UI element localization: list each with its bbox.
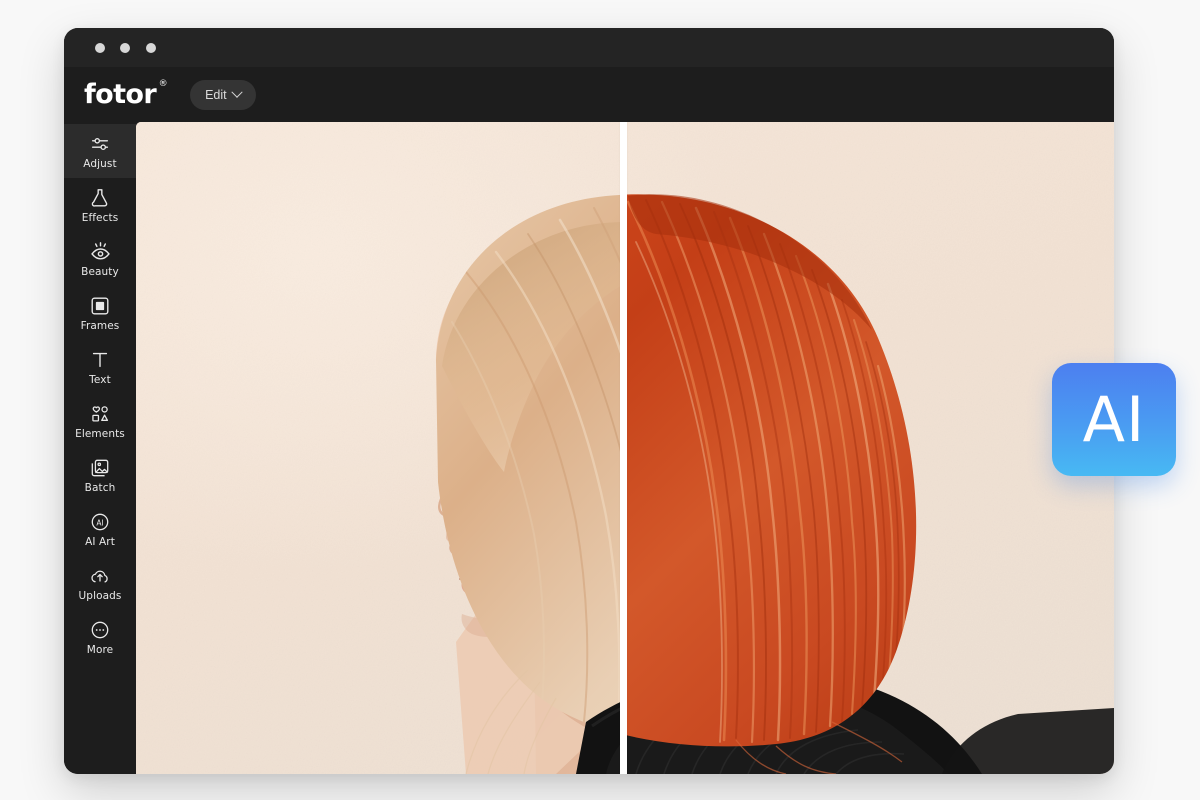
cloud-upload-icon <box>91 570 108 583</box>
window-titlebar <box>64 28 1114 67</box>
sidebar-item-frames[interactable]: Frames <box>64 286 136 340</box>
sidebar-item-label: Uploads <box>78 589 122 602</box>
fotor-logo[interactable]: fotor ® <box>84 79 168 110</box>
sidebar-item-label: Beauty <box>81 266 119 278</box>
chevron-down-icon <box>230 86 243 98</box>
sidebar-item-more[interactable]: More <box>64 610 136 664</box>
sidebar-item-elements[interactable]: Elements <box>64 394 136 448</box>
sidebar-item-label: More <box>86 643 114 656</box>
sidebar-item-ai-art[interactable]: AI AI Art <box>64 502 136 556</box>
ai-circle-icon: AI <box>91 513 109 530</box>
sidebar-item-adjust[interactable]: Adjust <box>64 124 136 178</box>
before-after-split-divider[interactable] <box>620 122 627 774</box>
portrait-photo <box>136 122 1114 774</box>
sidebar-item-label: Elements <box>75 427 125 440</box>
editor-canvas[interactable] <box>136 122 1114 774</box>
sidebar-item-uploads[interactable]: Uploads <box>64 556 136 610</box>
sidebar-item-effects[interactable]: Effects <box>64 178 136 232</box>
frame-icon <box>91 297 109 314</box>
text-t-icon <box>92 352 108 367</box>
left-sidebar: Adjust Effects Beauty Frames Text Elemen… <box>64 122 136 774</box>
registered-mark-icon: ® <box>158 79 168 89</box>
close-icon[interactable] <box>95 43 105 53</box>
ai-badge-label: AI <box>1082 382 1146 456</box>
sidebar-item-label: Adjust <box>83 157 117 170</box>
sidebar-item-label: Frames <box>80 319 120 332</box>
more-dots-icon <box>91 621 109 638</box>
page-root: fotor ® Edit Adjust Effects Beauty Frame… <box>0 0 1200 800</box>
svg-text:AI: AI <box>96 518 103 527</box>
sidebar-item-label: AI Art <box>85 535 115 548</box>
app-header: fotor ® Edit <box>64 67 1114 122</box>
eye-icon <box>90 242 110 260</box>
sidebar-item-beauty[interactable]: Beauty <box>64 232 136 286</box>
sidebar-item-label: Effects <box>81 211 119 224</box>
minimize-icon[interactable] <box>120 43 130 53</box>
flask-icon <box>91 188 108 207</box>
sidebar-item-label: Text <box>89 373 111 386</box>
sidebar-item-batch[interactable]: Batch <box>64 448 136 502</box>
maximize-icon[interactable] <box>146 43 156 53</box>
ai-badge[interactable]: AI <box>1052 363 1176 476</box>
batch-images-icon <box>91 459 109 476</box>
logo-text: fotor <box>84 79 157 110</box>
app-window: fotor ® Edit Adjust Effects Beauty Frame… <box>64 28 1114 774</box>
edit-button-label: Edit <box>205 87 227 102</box>
shapes-icon <box>92 405 109 422</box>
sidebar-item-text[interactable]: Text <box>64 340 136 394</box>
edit-menu-button[interactable]: Edit <box>190 79 256 110</box>
sidebar-item-label: Batch <box>84 481 116 494</box>
sliders-icon <box>91 137 109 150</box>
